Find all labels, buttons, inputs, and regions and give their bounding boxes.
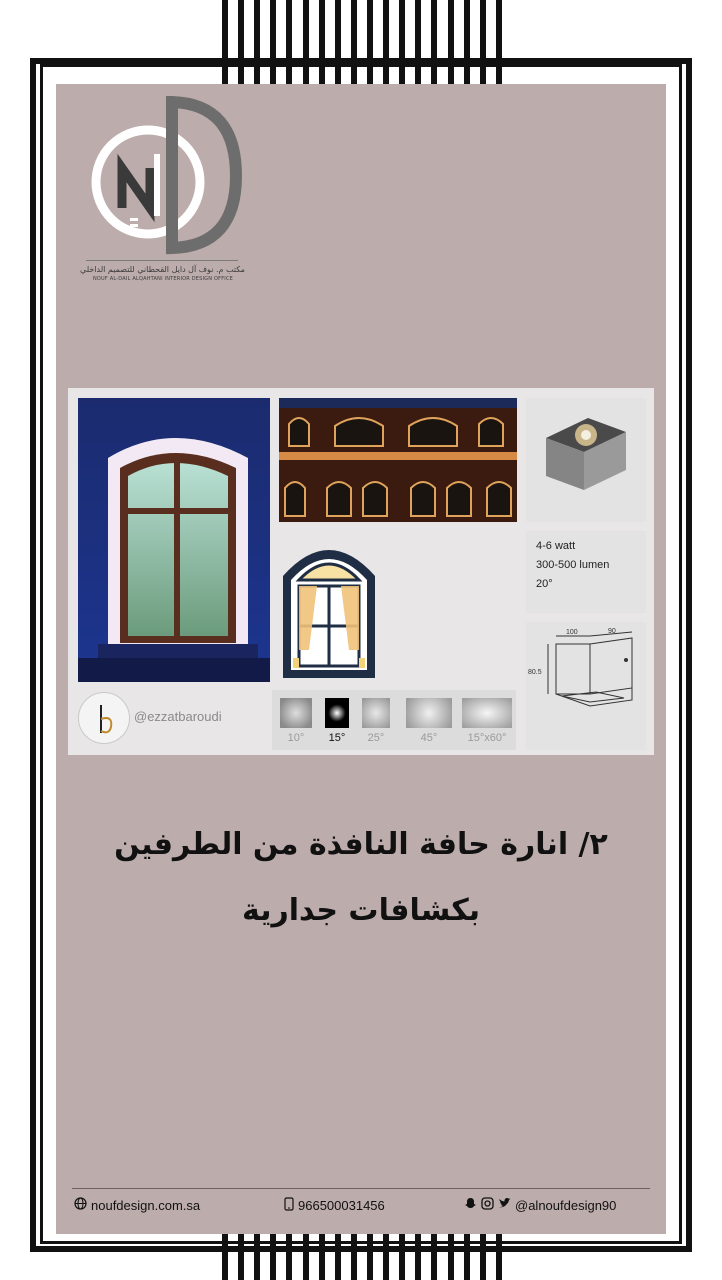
beam-label-45: 45° [420,732,438,744]
designer-signature: @ezzatbaroudi [78,692,268,744]
beam-angle-samples: 10° 15° 25° 45° 15°x60° [272,690,516,750]
signature-handle: @ezzatbaroudi [134,709,222,724]
window-lighting-diagram [283,550,375,678]
beam-sample-10 [280,698,312,728]
snapchat-icon [464,1197,477,1213]
beam-sample-25 [362,698,390,728]
footer-website[interactable]: noufdesign.com.sa [74,1197,200,1213]
social-handle-text: @alnoufdesign90 [515,1197,617,1213]
brand-name-arabic: مكتب م. نوف آل دايل القحطاني للتصميم الد… [80,265,245,274]
beam-label-10: 10° [287,732,305,744]
facade-photo [279,398,517,522]
brand-name-english: NOUF AL-DAIL ALQAHTANI INTERIOR DESIGN O… [92,276,234,282]
fixture-dimensions-drawing: 100 90 80.5 [526,622,646,750]
beam-label-25: 25° [367,732,385,744]
phone-icon [284,1197,294,1214]
beam-label-15: 15° [328,732,346,744]
signature-logo [78,692,130,744]
beam-sample-15x60 [462,698,512,728]
headline-line-1: ٢/ انارة حافة النافذة من الطرفين [114,827,608,862]
footer-phone[interactable]: 966500031456 [284,1197,385,1214]
wall-light-fixture-render [526,398,646,522]
phone-text: 966500031456 [298,1198,385,1213]
instagram-icon [481,1197,494,1213]
svg-text:80.5: 80.5 [528,669,542,676]
beam-sample-45 [406,698,452,728]
footer-social[interactable]: @alnoufdesign90 [464,1197,616,1213]
headline: ٢/ انارة حافة النافذة من الطرفين بكشافات… [56,812,666,944]
fixture-specs: 4-6 watt 300-500 lumen 20° [526,531,646,613]
svg-text:90: 90 [608,628,616,635]
brand-logo: ND [86,96,243,261]
spec-wattage: 4-6 watt [536,540,576,552]
spec-lumen: 300-500 lumen [536,559,610,571]
footer-divider [72,1188,650,1189]
svg-text:100: 100 [566,629,578,636]
window-photo [78,398,270,682]
twitter-icon [498,1197,511,1213]
spec-angle: 20° [536,578,553,590]
beam-sample-15 [325,698,349,728]
beam-label-15x60: 15°x60° [467,732,507,744]
headline-line-2: بكشافات جدارية [242,893,480,928]
website-text: noufdesign.com.sa [91,1197,201,1213]
globe-icon [74,1197,87,1213]
